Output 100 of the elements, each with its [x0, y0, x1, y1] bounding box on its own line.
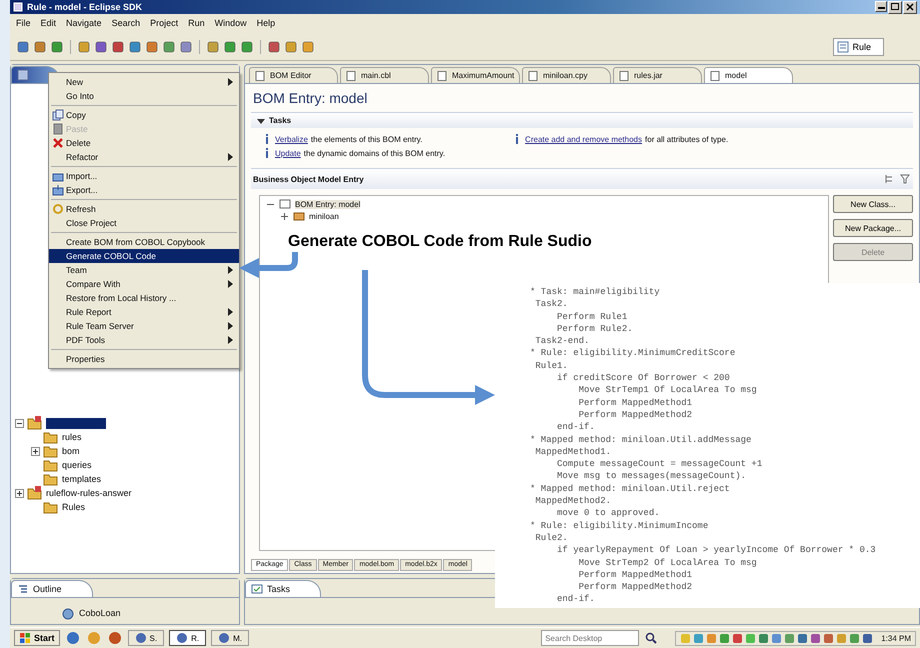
menu-item[interactable]: Export...	[49, 183, 239, 197]
menu-item[interactable]: Refresh	[49, 202, 239, 216]
project-icon	[27, 486, 43, 500]
toolbar-icon	[33, 40, 47, 54]
taskbar-button[interactable]: S.	[128, 630, 164, 646]
close-icon	[905, 2, 915, 12]
taskbar-button[interactable]: M.	[211, 630, 249, 646]
tree-item[interactable]: BOM Entry: model	[260, 198, 828, 210]
tree-item[interactable]: templates	[11, 472, 239, 486]
menu-item[interactable]: Help	[256, 18, 276, 30]
app-icon	[176, 632, 188, 644]
action-button[interactable]: New Class...	[833, 195, 913, 213]
clock: 1:34 PM	[881, 634, 911, 642]
code-line: Perform MappedMethod2	[578, 408, 694, 422]
menu-item[interactable]: Run	[188, 18, 205, 30]
editor-tab[interactable]: MaximumAmount	[431, 67, 520, 83]
editor-tab[interactable]: model	[704, 67, 793, 83]
menu-item[interactable]: Close Project	[49, 216, 239, 230]
menu-item[interactable]: Project	[150, 18, 178, 30]
tree-item[interactable]: miniloan	[260, 210, 828, 222]
tree-item[interactable]: Rules	[11, 500, 239, 514]
code-line: Move msg to messages(messageCount).	[556, 470, 748, 483]
menu-item[interactable]: Rule Team Server	[49, 319, 239, 333]
editor-tab[interactable]: rules.jar	[613, 67, 702, 83]
menu-item[interactable]: Import...	[49, 169, 239, 183]
toolbar-icon	[50, 40, 64, 54]
menu-item[interactable]: Window	[214, 18, 247, 30]
project-icon	[27, 416, 43, 430]
link[interactable]: Create add and remove methods	[525, 134, 642, 144]
code-line: * Rule: eligibility.MinimumIncome	[530, 520, 710, 532]
folder-icon	[43, 458, 59, 472]
view-tab[interactable]: Tasks	[245, 580, 322, 597]
code-line: Move StrTemp2 Of LocalArea To msg	[578, 556, 758, 569]
menu-item[interactable]: Edit	[40, 18, 56, 30]
app-icon	[218, 632, 230, 644]
toolbar-icon	[179, 40, 193, 54]
code-line: Task2.	[534, 298, 569, 311]
tree-item[interactable]: ruleflow-rules-answer	[11, 486, 239, 500]
submenu-arrow-icon	[228, 153, 233, 161]
code-line: * Task: main#eligibility	[530, 286, 661, 298]
tree-item[interactable]: rules	[11, 430, 239, 444]
action-button[interactable]: New Package...	[833, 219, 913, 237]
code-line: if creditScore Of Borrower < 200	[556, 372, 731, 384]
menu-item[interactable]: New	[49, 75, 239, 89]
expand-icon	[31, 446, 40, 456]
info-icon	[265, 148, 269, 158]
code-line: MappedMethod2.	[534, 495, 612, 508]
file-icon	[710, 70, 720, 80]
class-icon	[61, 606, 75, 620]
outline-item[interactable]: CoboLoan	[11, 598, 239, 624]
code-line: Perform MappedMethod2	[578, 581, 694, 594]
package-icon	[17, 69, 29, 81]
menu-item[interactable]: Refactor	[49, 150, 239, 164]
editor-title: BOM Entry: model	[252, 89, 368, 108]
maximize-button[interactable]	[888, 0, 902, 14]
menu-item[interactable]: Navigate	[66, 18, 102, 30]
menu-item[interactable]: Delete	[49, 136, 239, 150]
taskbar-button[interactable]: R.	[169, 630, 206, 646]
collapse-icon	[257, 116, 265, 124]
editor-tab[interactable]: miniloan.cpy	[522, 67, 611, 83]
menu-item[interactable]: Go Into	[49, 89, 239, 103]
code-line: * Rule: eligibility.MinimumCreditScore	[530, 347, 736, 360]
menu-item[interactable]: File	[16, 18, 31, 30]
folder-icon	[43, 472, 59, 486]
minimize-button[interactable]	[875, 0, 887, 12]
view-tab[interactable]: Outline	[11, 580, 93, 597]
menu-item[interactable]: Copy	[49, 108, 239, 122]
close-button[interactable]	[903, 0, 917, 14]
menu-item[interactable]: Properties	[49, 352, 239, 366]
menu-item[interactable]: Create BOM from COBOL Copybook	[49, 235, 239, 249]
toolbar-icon	[128, 40, 142, 54]
editor-tab[interactable]: BOM Editor	[249, 67, 338, 83]
toolbar-icon	[16, 40, 30, 54]
menu-item[interactable]: Compare With	[49, 277, 239, 291]
link[interactable]: Update	[275, 148, 301, 158]
perspective-button[interactable]: Rule	[833, 38, 884, 56]
toolbar-icon	[145, 40, 159, 54]
menu-item[interactable]: PDF Tools	[49, 333, 239, 347]
toolbar-icon	[94, 40, 108, 54]
editor-tab[interactable]: main.cbl	[340, 67, 429, 83]
tree-item[interactable]: queries	[11, 458, 239, 472]
link[interactable]: Verbalize	[275, 134, 308, 144]
menu-item[interactable]: Search	[112, 18, 140, 30]
menu-item[interactable]: Restore from Local History ...	[49, 291, 239, 305]
code-line: if yearlyRepayment Of Loan > yearlyIncome Of Borrower * 0.3	[556, 544, 877, 557]
menu-item[interactable]: Team	[49, 263, 239, 277]
app-icon	[134, 632, 147, 644]
section-header[interactable]: Tasks	[251, 112, 913, 128]
tree-item[interactable]: bom	[11, 444, 239, 458]
copy-icon	[52, 109, 64, 121]
windows-logo-icon	[19, 632, 31, 644]
code-line: Compute messageCount = messageCount +1	[556, 458, 764, 470]
start-button[interactable]: Start	[14, 630, 60, 646]
task-text: for all attributes of type.	[645, 134, 728, 144]
curved-arrow	[239, 252, 298, 278]
menu-item[interactable]: Rule Report	[49, 305, 239, 319]
expand-icon	[280, 212, 289, 220]
search-field[interactable]: Search Desktop	[541, 630, 640, 646]
menu-item[interactable]: Generate COBOL Code	[49, 249, 239, 263]
search-icon	[644, 631, 658, 645]
